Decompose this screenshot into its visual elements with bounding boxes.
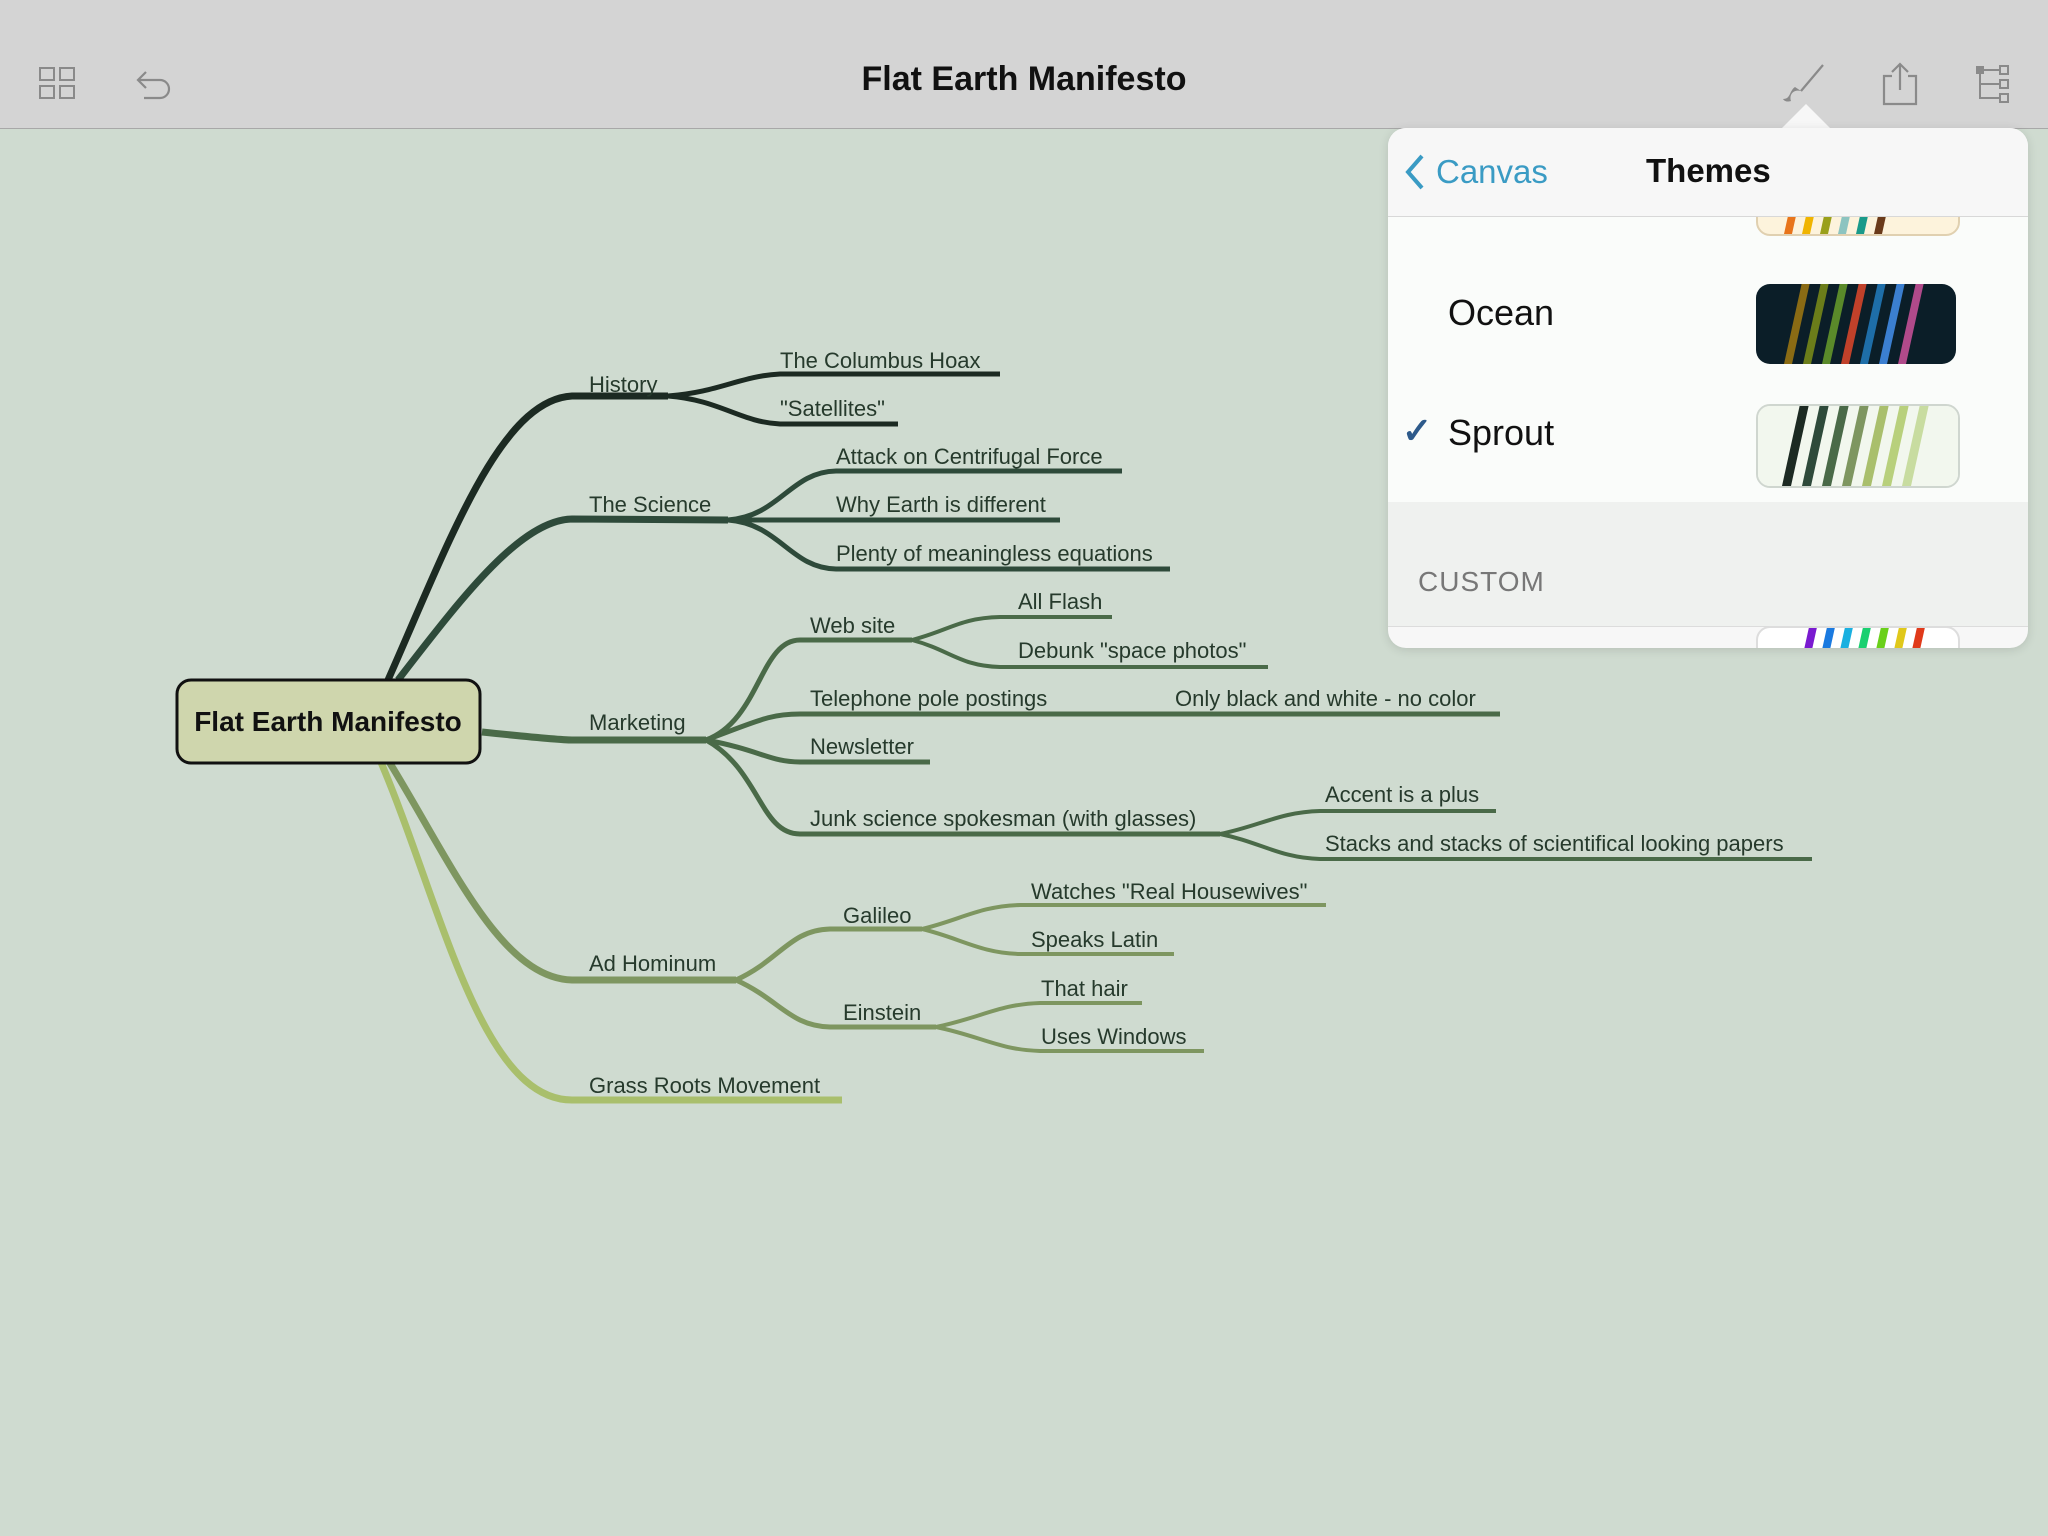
back-button[interactable]: Canvas [1402,150,1548,194]
node-latin: Speaks Latin [1031,927,1158,952]
node-marketing: Marketing [589,710,686,735]
custom-theme-swatch-partial[interactable] [1756,626,1960,648]
node-einstein: Einstein [843,1000,921,1025]
theme-stripe [1894,628,1907,648]
back-label: Canvas [1436,153,1548,190]
theme-stripe [1876,628,1889,648]
theme-row-sprout[interactable]: ✓ Sprout [1388,374,2028,494]
theme-stripe [1804,628,1817,648]
node-newsletter: Newsletter [810,734,914,759]
node-columbus: The Columbus Hoax [780,348,981,373]
popover-title: Themes [1646,152,1771,189]
node-windows: Uses Windows [1041,1024,1186,1049]
custom-section-label: CUSTOM [1418,566,1545,597]
popover-arrow [1780,104,1832,130]
theme-name: Sprout [1448,412,1555,453]
node-satellites: "Satellites" [780,396,885,421]
chevron-left-icon [1405,154,1424,190]
node-black-white: Only black and white - no color [1175,686,1476,711]
popover-header: Canvas Themes [1388,128,2028,217]
node-grass-roots: Grass Roots Movement [589,1073,820,1098]
checkmark-icon: ✓ [1402,410,1433,451]
node-accent: Accent is a plus [1325,782,1479,807]
node-website: Web site [810,613,895,638]
document-title: Flat Earth Manifesto [861,60,1187,98]
theme-swatch-sprout [1756,404,1960,488]
custom-section-header: CUSTOM [1388,502,2028,627]
theme-name: Ocean [1448,292,1555,333]
theme-stripe [1858,628,1871,648]
node-why-earth: Why Earth is different [836,492,1046,517]
theme-stripe [1822,628,1835,648]
node-telephone: Telephone pole postings [810,686,1047,711]
node-ad-hominum: Ad Hominum [589,951,716,976]
theme-row-ocean[interactable]: Ocean [1388,254,2028,374]
toolbar: Flat Earth Manifesto [0,0,2048,129]
node-equations: Plenty of meaningless equations [836,541,1153,566]
node-debunk: Debunk "space photos" [1018,638,1246,663]
share-icon[interactable] [1872,56,1928,112]
root-node-label: Flat Earth Manifesto [194,706,462,737]
node-all-flash: All Flash [1018,589,1102,614]
node-history: History [589,372,657,397]
outline-icon[interactable] [1966,56,2022,112]
theme-stripe [1840,628,1853,648]
node-junk: Junk science spokesman (with glasses) [810,806,1196,831]
themes-list[interactable]: Ocean ✓ Sprout CUSTOM [1388,196,2028,648]
themes-popover: Canvas Themes Ocean ✓ Sprout CUSTOM [1388,128,2028,648]
node-galileo: Galileo [843,903,911,928]
theme-stripe [1912,628,1925,648]
theme-swatch-ocean [1756,284,1956,364]
node-centrifugal: Attack on Centrifugal Force [836,444,1103,469]
node-housewives: Watches "Real Housewives" [1031,879,1307,904]
node-hair: That hair [1041,976,1128,1001]
node-science: The Science [589,492,711,517]
node-stacks: Stacks and stacks of scientifical lookin… [1325,831,1784,856]
